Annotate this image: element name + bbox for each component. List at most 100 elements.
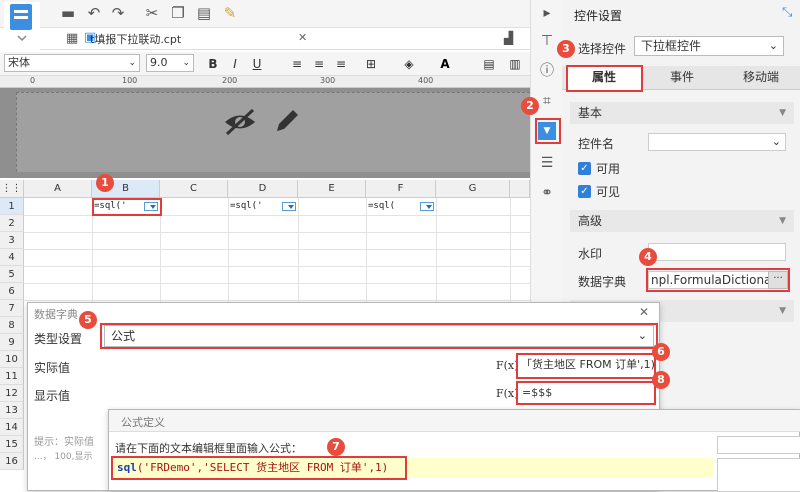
visible-checkbox[interactable]: ✓ <box>578 185 591 198</box>
float-element-icon[interactable]: ⌗ <box>538 92 556 110</box>
cell-d1[interactable]: =sql(' <box>228 198 298 215</box>
align-center-icon[interactable]: ≡ <box>310 55 328 73</box>
pin-icon[interactable]: ⤡ <box>782 5 792 20</box>
formula-prompt: 请在下面的文本编辑框里面输入公式： <box>115 442 302 455</box>
grid-line <box>24 266 530 267</box>
paste-icon[interactable]: ▤ <box>194 4 214 22</box>
font-size-select[interactable]: 9.0 ⌄ <box>146 54 194 72</box>
report-header-area <box>0 88 530 178</box>
column-header[interactable]: C <box>160 180 228 198</box>
section-advanced[interactable]: 高级 ▼ <box>570 210 794 232</box>
grid-line <box>24 249 530 250</box>
bold-icon[interactable]: B <box>204 55 222 73</box>
row-header[interactable]: 7 <box>0 300 24 317</box>
close-icon[interactable]: ✕ <box>639 305 649 319</box>
hint-text: ...， 100,显示 <box>34 452 93 462</box>
function-search-input[interactable] <box>717 436 800 454</box>
undo-icon[interactable]: ↶ <box>84 4 104 22</box>
edit-icon[interactable] <box>273 107 301 135</box>
row-header[interactable]: 13 <box>0 402 24 419</box>
watermark-input[interactable] <box>648 243 786 261</box>
format-painter-icon[interactable]: ✎ <box>220 4 240 22</box>
file-tab-bar: ▦ ▣ t填报下拉联动.cpt ✕ ▟ <box>40 28 530 50</box>
file-tab-label[interactable]: t填报下拉联动.cpt <box>90 31 181 47</box>
enabled-checkbox[interactable]: ✓ <box>578 162 591 175</box>
column-header[interactable]: D <box>228 180 298 198</box>
row-header[interactable]: 4 <box>0 249 24 266</box>
italic-icon[interactable]: I <box>226 55 244 73</box>
highlight-box <box>535 118 561 144</box>
row-header[interactable]: 6 <box>0 283 24 300</box>
hide-icon[interactable] <box>223 107 257 137</box>
font-family-select[interactable]: 宋体 ⌄ <box>4 54 140 72</box>
redo-icon[interactable]: ↷ <box>108 4 128 22</box>
column-header[interactable]: E <box>298 180 366 198</box>
widget-name-input[interactable]: ⌄ <box>648 133 786 151</box>
collapse-icon[interactable]: ▼ <box>779 210 786 232</box>
highlight-box <box>92 198 162 216</box>
row-header[interactable]: 8 <box>0 317 24 334</box>
header-canvas[interactable] <box>16 92 530 172</box>
row-header[interactable]: 16 <box>0 453 24 470</box>
cell-style-icon[interactable]: ▤ <box>480 55 498 73</box>
font-color-icon[interactable]: A <box>436 55 454 73</box>
tab-events[interactable]: 事件 <box>642 66 722 90</box>
row-header[interactable]: 10 <box>0 351 24 368</box>
font-size-value: 9.0 <box>150 56 168 69</box>
cell-f1[interactable]: =sql( <box>366 198 436 215</box>
row-header[interactable]: 1 <box>0 198 24 215</box>
highlight-box <box>646 268 790 292</box>
chevron-down-icon: ⌄ <box>768 39 778 52</box>
data-column-icon[interactable]: ☰ <box>538 154 556 172</box>
column-header[interactable]: G <box>436 180 510 198</box>
widget-name-label: 控件名 <box>578 137 615 151</box>
column-header[interactable]: A <box>24 180 92 198</box>
section-basic[interactable]: 基本 ▼ <box>570 102 794 124</box>
align-right-icon[interactable]: ≡ <box>332 55 350 73</box>
section-advanced-title: 高级 <box>578 214 603 228</box>
dialog-title: 公式定义 <box>121 416 165 429</box>
align-left-icon[interactable]: ≡ <box>288 55 306 73</box>
select-all-corner[interactable]: ⋮⋮ <box>0 180 24 198</box>
tab-menu-icon[interactable]: ▟ <box>504 31 513 45</box>
grid-icon[interactable]: ▦ <box>66 31 78 46</box>
hyperlink-icon[interactable]: ⚭ <box>538 184 556 202</box>
close-tab-icon[interactable]: ✕ <box>298 31 307 44</box>
row-header[interactable]: 11 <box>0 368 24 385</box>
row-header[interactable]: 15 <box>0 436 24 453</box>
row-header[interactable]: 3 <box>0 232 24 249</box>
underline-icon[interactable]: U <box>248 55 266 73</box>
dialog-title: 数据字典 <box>34 308 78 321</box>
step-badge: 4 <box>639 248 657 266</box>
row-header[interactable]: 5 <box>0 266 24 283</box>
app-logo[interactable] <box>4 2 40 48</box>
format-toolbar: 宋体 ⌄ 9.0 ⌄ B I U ≡ ≡ ≡ ⊞ ◈ A ▤ ▥ <box>0 52 530 76</box>
grid-line <box>24 283 530 284</box>
widget-type-value: 下拉框控件 <box>641 39 702 53</box>
row-header[interactable]: 9 <box>0 334 24 351</box>
copy-icon[interactable]: ❐ <box>168 4 188 22</box>
save-icon[interactable]: ▬ <box>58 4 78 22</box>
function-list[interactable] <box>717 458 800 492</box>
cell-attr-icon[interactable]: ⊤ <box>538 32 556 50</box>
collapse-arrow-icon[interactable]: ▸ <box>538 4 556 22</box>
step-badge: 6 <box>652 343 670 361</box>
column-header[interactable]: F <box>366 180 436 198</box>
cut-icon[interactable]: ✂ <box>142 4 162 22</box>
cell-merge-icon[interactable]: ▥ <box>506 55 524 73</box>
collapse-icon[interactable]: ▼ <box>779 102 786 124</box>
step-badge: 7 <box>327 438 345 456</box>
row-header[interactable]: 12 <box>0 385 24 402</box>
row-header[interactable]: 2 <box>0 215 24 232</box>
tab-mobile[interactable]: 移动端 <box>722 66 800 90</box>
panel-title: 控件设置 <box>574 9 623 23</box>
fill-color-icon[interactable]: ◈ <box>400 55 418 73</box>
widget-type-select[interactable]: 下拉框控件 ⌄ <box>634 36 784 56</box>
border-icon[interactable]: ⊞ <box>362 55 380 73</box>
chevron-down-icon: ⌄ <box>182 58 190 68</box>
collapse-icon[interactable]: ▼ <box>779 300 786 322</box>
visible-label: 可见 <box>596 185 621 199</box>
row-header[interactable]: 14 <box>0 419 24 436</box>
condition-attr-icon[interactable]: ⓘ <box>538 62 556 80</box>
step-badge: 5 <box>79 311 97 329</box>
